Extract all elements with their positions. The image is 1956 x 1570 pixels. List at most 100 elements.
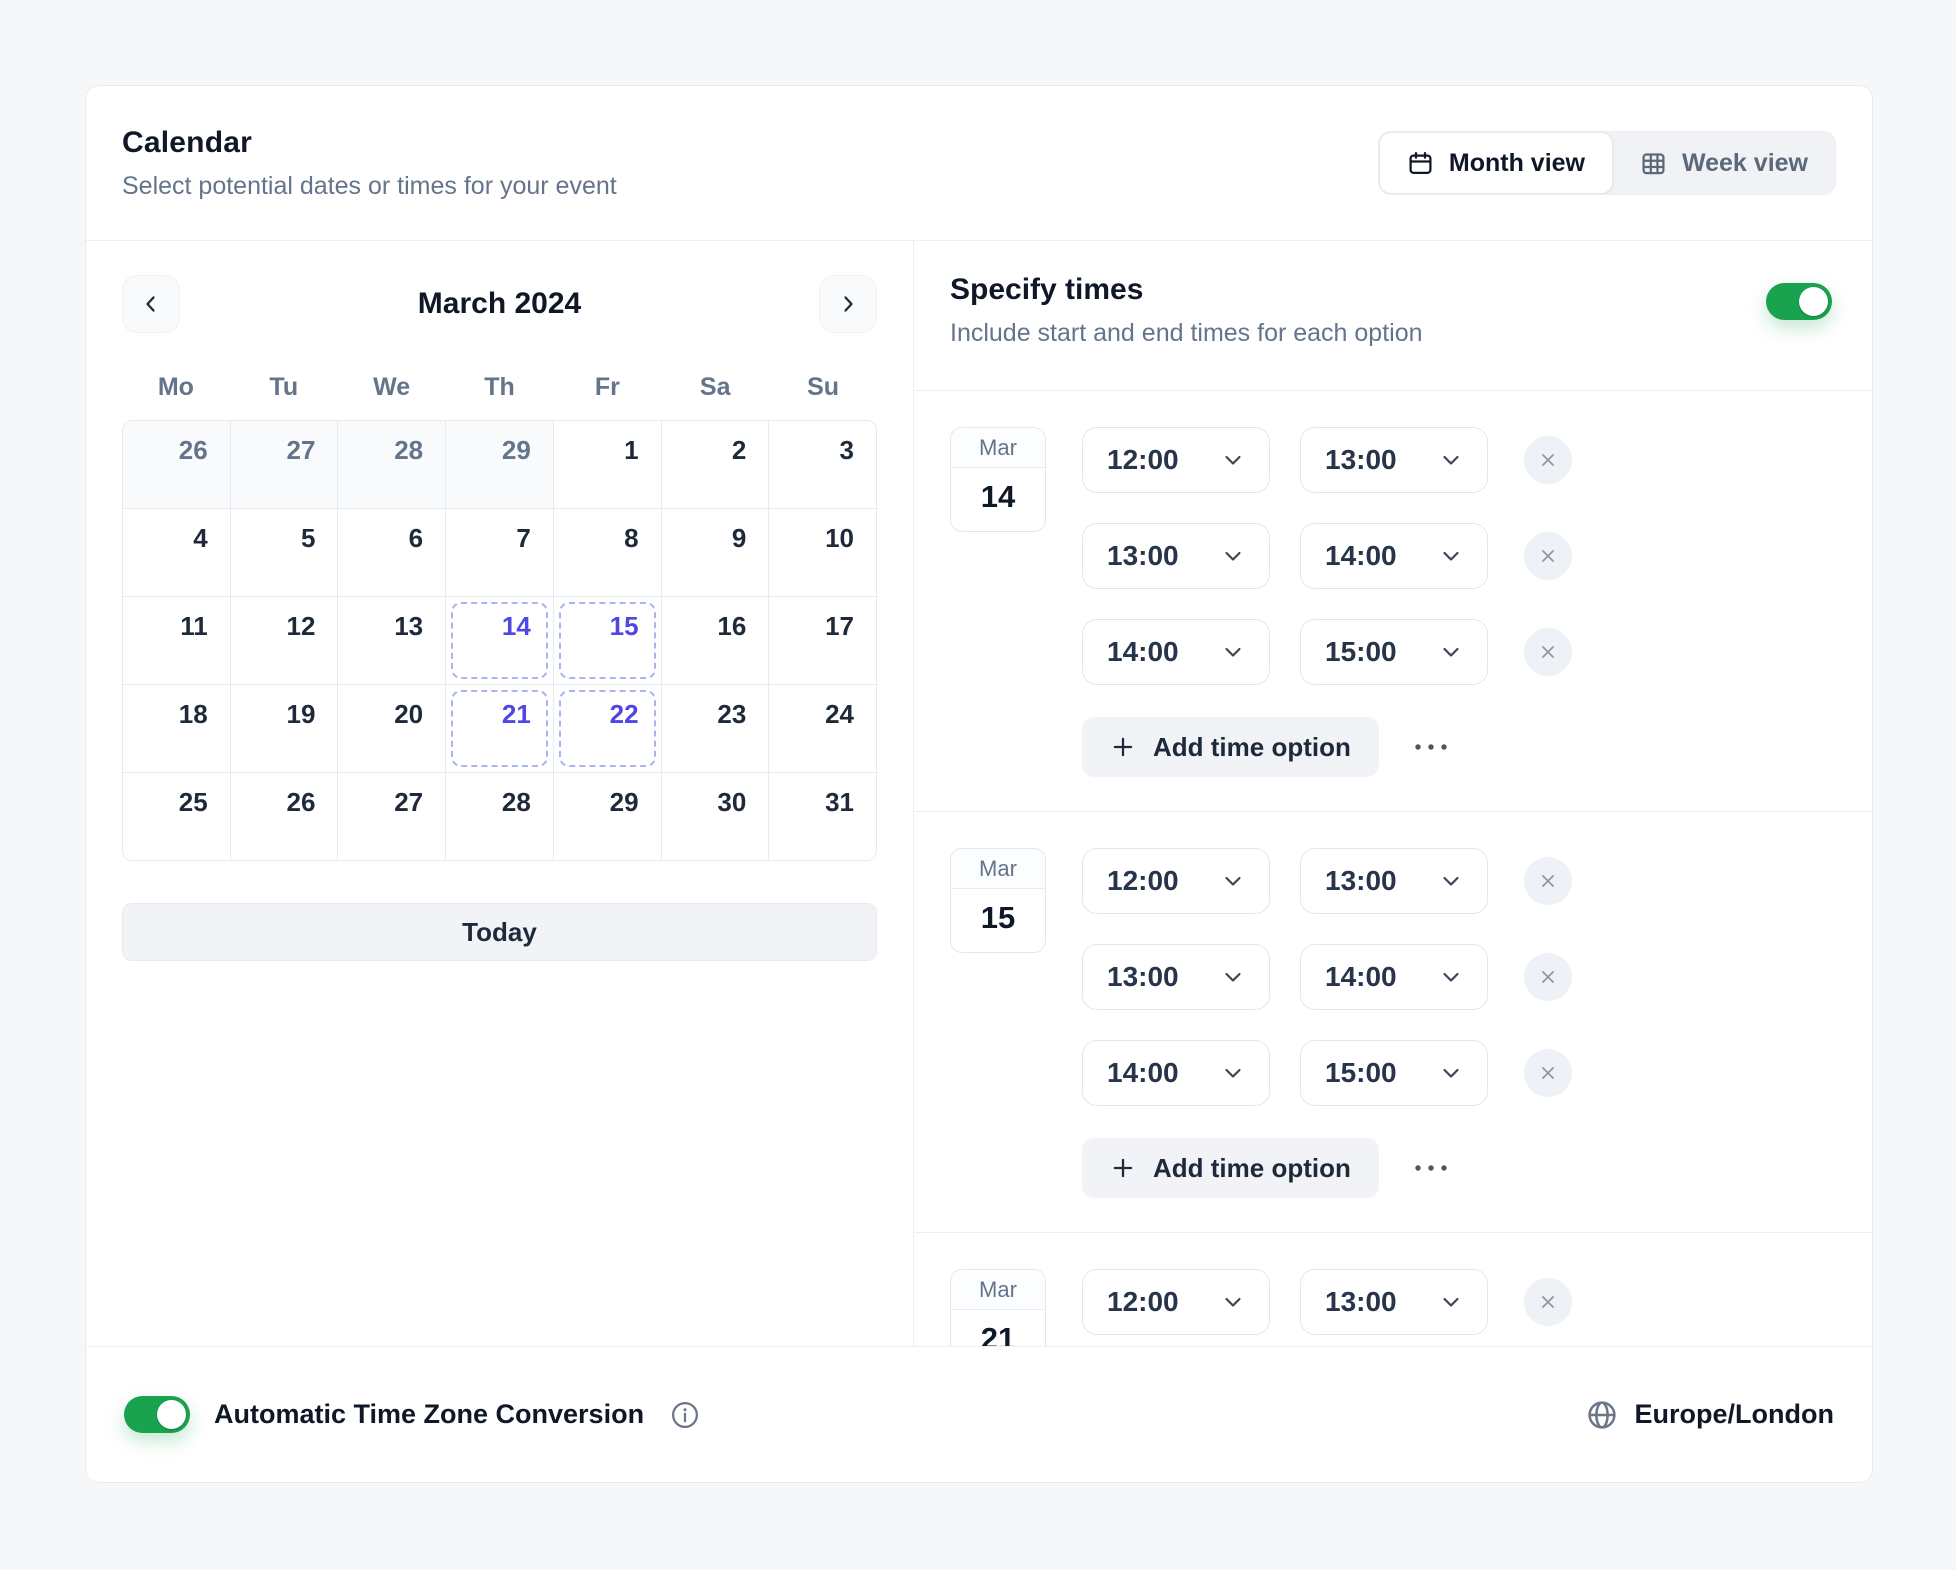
calendar-day-7[interactable]: 7 (446, 509, 553, 596)
calendar-day-21[interactable]: 21 (446, 685, 553, 772)
calendar-day-4[interactable]: 4 (123, 509, 230, 596)
end-time-select[interactable]: 14:00 (1300, 523, 1488, 589)
start-time-select[interactable]: 14:00 (1082, 1040, 1270, 1106)
specify-times-toggle[interactable] (1766, 283, 1832, 320)
calendar-day-22[interactable]: 22 (554, 685, 661, 772)
end-time-select[interactable]: 13:00 (1300, 427, 1488, 493)
calendar-panel: March 2024 MoTuWeThFrSaSu 26272829123456… (86, 241, 914, 1346)
time-slot-row: 12:00 13:00 (1082, 427, 1572, 493)
calendar-day-13[interactable]: 13 (338, 597, 445, 684)
view-button-label: Month view (1449, 149, 1585, 178)
more-options-button[interactable] (1411, 1162, 1451, 1174)
calendar-day-2[interactable]: 2 (662, 421, 769, 508)
end-time-value: 15:00 (1325, 636, 1397, 668)
calendar-day-23[interactable]: 23 (662, 685, 769, 772)
end-time-select[interactable]: 14:00 (1300, 944, 1488, 1010)
chevron-down-icon (1439, 448, 1463, 472)
remove-time-option-button[interactable] (1524, 857, 1572, 905)
end-time-value: 14:00 (1325, 961, 1397, 993)
chevron-right-icon (838, 294, 858, 314)
time-rows: 12:00 13:00 Add time option (1082, 1269, 1572, 1346)
next-month-button[interactable] (819, 275, 877, 333)
remove-time-option-button[interactable] (1524, 436, 1572, 484)
end-time-select[interactable]: 13:00 (1300, 1269, 1488, 1335)
day-number: 31 (825, 787, 854, 818)
times-subtitle: Include start and end times for each opt… (950, 319, 1836, 348)
calendar-day-29-out[interactable]: 29 (446, 421, 553, 508)
chevron-down-icon (1439, 640, 1463, 664)
add-time-option-button[interactable]: Add time option (1082, 1138, 1379, 1198)
calendar-icon (1407, 150, 1434, 177)
time-slot-row: 12:00 13:00 (1082, 1269, 1572, 1335)
calendar-day-6[interactable]: 6 (338, 509, 445, 596)
weekday-label: Tu (230, 373, 338, 402)
calendar-day-31[interactable]: 31 (769, 773, 876, 860)
start-time-select[interactable]: 12:00 (1082, 427, 1270, 493)
time-groups[interactable]: Mar 14 12:00 13:00 13:00 (914, 391, 1872, 1346)
calendar-day-5[interactable]: 5 (231, 509, 338, 596)
calendar-day-16[interactable]: 16 (662, 597, 769, 684)
calendar-day-24[interactable]: 24 (769, 685, 876, 772)
calendar-day-26[interactable]: 26 (231, 773, 338, 860)
timezone-selector[interactable]: Europe/London (1586, 1399, 1834, 1431)
more-options-button[interactable] (1411, 741, 1451, 753)
day-number: 6 (409, 523, 423, 554)
info-icon[interactable] (670, 1400, 700, 1430)
weekday-label: Th (446, 373, 554, 402)
calendar-day-12[interactable]: 12 (231, 597, 338, 684)
calendar-day-1[interactable]: 1 (554, 421, 661, 508)
close-icon (1539, 643, 1557, 661)
calendar-day-20[interactable]: 20 (338, 685, 445, 772)
calendar-day-30[interactable]: 30 (662, 773, 769, 860)
calendar-day-3[interactable]: 3 (769, 421, 876, 508)
calendar-day-10[interactable]: 10 (769, 509, 876, 596)
end-time-select[interactable]: 15:00 (1300, 1040, 1488, 1106)
start-time-select[interactable]: 14:00 (1082, 619, 1270, 685)
prev-month-button[interactable] (122, 275, 180, 333)
day-number: 29 (610, 787, 639, 818)
remove-time-option-button[interactable] (1524, 532, 1572, 580)
add-time-option-button[interactable]: Add time option (1082, 717, 1379, 777)
calendar-day-11[interactable]: 11 (123, 597, 230, 684)
timezone-conversion-toggle[interactable] (124, 1396, 190, 1433)
timezone-conversion: Automatic Time Zone Conversion (124, 1396, 700, 1433)
month-view-button[interactable]: Month view (1379, 132, 1613, 194)
calendar-day-28[interactable]: 28 (446, 773, 553, 860)
remove-time-option-button[interactable] (1524, 953, 1572, 1001)
today-button[interactable]: Today (122, 903, 877, 961)
calendar-day-17[interactable]: 17 (769, 597, 876, 684)
start-time-select[interactable]: 12:00 (1082, 1269, 1270, 1335)
calendar-day-8[interactable]: 8 (554, 509, 661, 596)
calendar-day-28-out[interactable]: 28 (338, 421, 445, 508)
add-time-option-label: Add time option (1153, 1153, 1351, 1184)
card-footer: Automatic Time Zone Conversion Europe/Lo… (86, 1346, 1872, 1482)
calendar-day-9[interactable]: 9 (662, 509, 769, 596)
start-time-select[interactable]: 12:00 (1082, 848, 1270, 914)
day-number: 11 (180, 611, 208, 642)
remove-time-option-button[interactable] (1524, 1278, 1572, 1326)
timezone-conversion-label: Automatic Time Zone Conversion (214, 1399, 644, 1430)
calendar-day-27-out[interactable]: 27 (231, 421, 338, 508)
calendar-day-14[interactable]: 14 (446, 597, 553, 684)
calendar-day-27[interactable]: 27 (338, 773, 445, 860)
day-number: 12 (287, 611, 316, 642)
start-time-value: 13:00 (1107, 961, 1179, 993)
calendar-day-29[interactable]: 29 (554, 773, 661, 860)
remove-time-option-button[interactable] (1524, 1049, 1572, 1097)
calendar-day-25[interactable]: 25 (123, 773, 230, 860)
start-time-select[interactable]: 13:00 (1082, 523, 1270, 589)
close-icon (1539, 451, 1557, 469)
calendar-day-26-out[interactable]: 26 (123, 421, 230, 508)
end-time-value: 13:00 (1325, 444, 1397, 476)
remove-time-option-button[interactable] (1524, 628, 1572, 676)
end-time-select[interactable]: 15:00 (1300, 619, 1488, 685)
calendar-day-18[interactable]: 18 (123, 685, 230, 772)
start-time-value: 14:00 (1107, 636, 1179, 668)
calendar-day-15[interactable]: 15 (554, 597, 661, 684)
week-view-button[interactable]: Week view (1613, 132, 1835, 194)
date-chip: Mar 21 (950, 1269, 1046, 1346)
end-time-select[interactable]: 13:00 (1300, 848, 1488, 914)
calendar-day-19[interactable]: 19 (231, 685, 338, 772)
day-number: 28 (394, 435, 423, 466)
start-time-select[interactable]: 13:00 (1082, 944, 1270, 1010)
